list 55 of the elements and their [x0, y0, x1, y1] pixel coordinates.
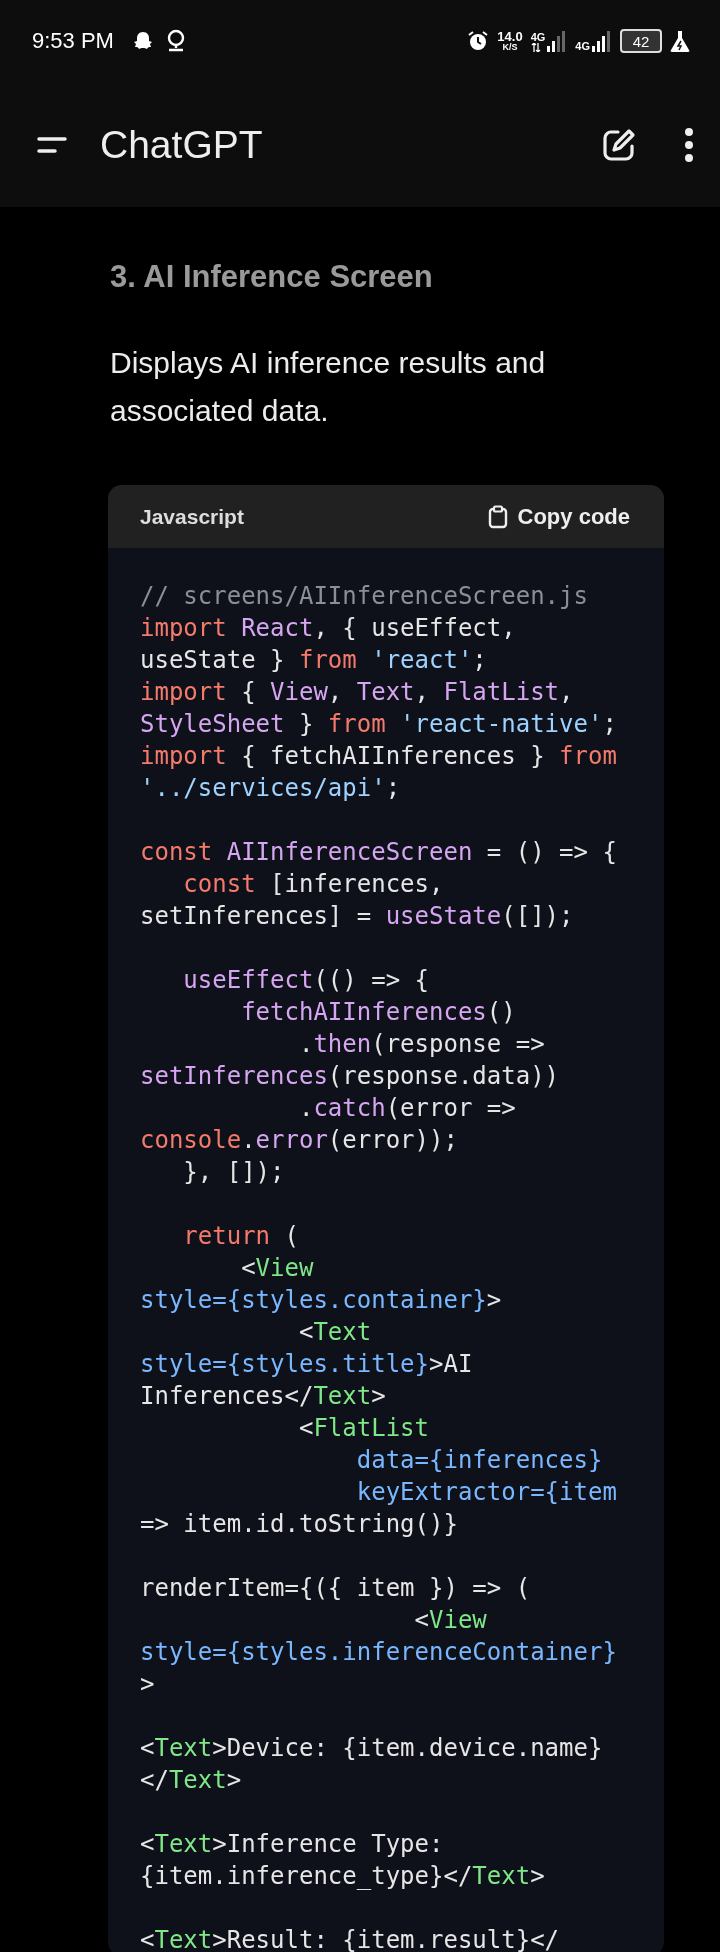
flask-icon	[670, 30, 690, 52]
code-line: </Text>	[140, 1765, 243, 1796]
code-line: => item.id.toString()}	[140, 1509, 459, 1540]
code-line: Inferences</Text>	[140, 1381, 387, 1412]
code-line: return (	[182, 1221, 300, 1252]
clipboard-icon	[487, 504, 508, 529]
code-line: .then(response =>	[297, 1029, 546, 1060]
code-line: const AIInferenceScreen = () => {	[140, 837, 618, 868]
code-line: keyExtractor={item	[355, 1477, 618, 1508]
signal-icon	[547, 30, 568, 52]
code-line: const [inferences,	[182, 869, 445, 900]
code-line: <Text>Result: {item.result}</	[140, 1925, 561, 1952]
code-line: '../services/api';	[140, 773, 402, 804]
status-time: 9:53 PM	[32, 28, 114, 54]
battery-level: 42	[632, 33, 650, 49]
code-line: {item.inference_type}</Text>	[140, 1861, 546, 1892]
code-line: <View	[240, 1253, 315, 1284]
code-line: <View	[413, 1605, 488, 1636]
code-line: style={styles.title}>AI	[140, 1349, 474, 1380]
code-line: // screens/AIInferenceScreen.js	[140, 581, 589, 612]
code-line: console.error(error));	[140, 1125, 459, 1156]
code-line: setInferences] = useState([]);	[140, 901, 575, 932]
code-line: setInferences(response.data))	[140, 1061, 561, 1092]
code-line: useEffect(() => {	[182, 965, 430, 996]
more-icon[interactable]	[684, 127, 694, 162]
message-text: Displays AI inference results and associated data.	[110, 345, 547, 429]
speed-unit: K/S	[502, 43, 518, 52]
code-line: >	[140, 1669, 156, 1700]
network-type: 4G	[575, 41, 590, 52]
code-line: <Text	[297, 1317, 373, 1348]
net-speed: 14.0	[497, 30, 523, 43]
code-line: import { View, Text, FlatList,	[140, 677, 575, 708]
copy-code-button[interactable]: Copy code	[487, 503, 630, 530]
code-line: fetchAIInferences()	[240, 997, 517, 1028]
code-language: Javascript	[140, 504, 244, 529]
data-arrows-icon	[530, 43, 541, 52]
code-line: import React, { useEffect,	[140, 613, 517, 644]
code-line: }, []);	[182, 1157, 286, 1188]
code-line: StyleSheet } from 'react-native';	[140, 709, 618, 740]
code-line: <Text>Inference Type:	[140, 1829, 445, 1860]
section-heading: 3. AI Inference Screen	[110, 258, 434, 296]
edit-icon[interactable]	[602, 127, 636, 162]
code-line: import { fetchAIInferences } from	[140, 741, 618, 772]
app-title: ChatGPT	[100, 122, 263, 167]
code-line: style={styles.container}>	[140, 1285, 503, 1316]
network-type: 4G	[530, 32, 546, 43]
code-line: data={inferences}	[355, 1445, 604, 1476]
code-line: renderItem={({ item }) => (	[140, 1573, 532, 1604]
code-line: <Text>Device: {item.device.name}	[140, 1733, 604, 1764]
code-line: <FlatList	[297, 1413, 430, 1444]
code-line: .catch(error =>	[297, 1093, 517, 1124]
alarm-icon	[467, 30, 490, 52]
code-line: useState } from 'react';	[140, 645, 488, 676]
code-line: style={styles.inferenceContainer}	[140, 1637, 618, 1668]
signal-icon	[592, 30, 612, 52]
